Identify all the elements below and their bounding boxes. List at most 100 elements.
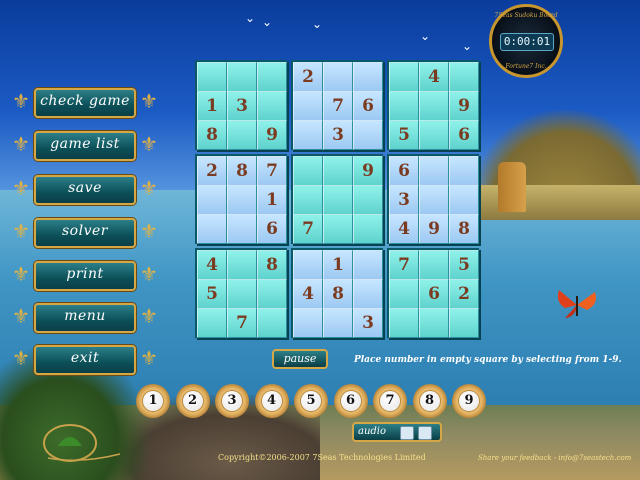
audio-stop-icon[interactable] [418, 426, 432, 440]
sudoku-cell[interactable]: 4 [197, 250, 227, 280]
sudoku-cell[interactable] [257, 91, 287, 121]
sudoku-cell[interactable]: 6 [389, 156, 419, 186]
sudoku-cell[interactable]: 8 [323, 279, 353, 309]
print-button[interactable]: ⚜ print ⚜ [10, 257, 160, 291]
sudoku-cell[interactable] [227, 279, 257, 309]
sudoku-cell[interactable]: 9 [257, 120, 287, 150]
solver-button[interactable]: ⚜ solver ⚜ [10, 214, 160, 248]
sudoku-cell[interactable]: 7 [227, 308, 257, 338]
sudoku-cell[interactable] [353, 214, 383, 244]
sudoku-cell[interactable] [293, 120, 323, 150]
sudoku-cell[interactable]: 2 [293, 62, 323, 92]
sudoku-cell[interactable] [419, 308, 449, 338]
sudoku-cell[interactable] [389, 91, 419, 121]
number-6-button[interactable]: 6 [333, 384, 368, 418]
sudoku-cell[interactable] [353, 279, 383, 309]
sudoku-cell[interactable] [419, 120, 449, 150]
number-8-button[interactable]: 8 [412, 384, 447, 418]
sudoku-cell[interactable]: 9 [419, 214, 449, 244]
number-1-button[interactable]: 1 [136, 384, 170, 418]
sudoku-cell[interactable] [323, 156, 353, 186]
sudoku-cell[interactable] [197, 308, 227, 338]
check-game-button[interactable]: ⚜ check game ⚜ [10, 84, 160, 118]
sudoku-cell[interactable] [293, 185, 323, 215]
sudoku-cell[interactable] [227, 250, 257, 280]
pause-button[interactable]: pause [272, 349, 328, 369]
sudoku-cell[interactable]: 7 [389, 250, 419, 280]
sudoku-cell[interactable] [257, 62, 287, 92]
number-9-button[interactable]: 9 [452, 384, 486, 418]
sudoku-cell[interactable]: 4 [419, 62, 449, 92]
sudoku-cell[interactable]: 2 [197, 156, 227, 186]
sudoku-cell[interactable] [353, 62, 383, 92]
sudoku-cell[interactable]: 1 [197, 91, 227, 121]
sudoku-cell[interactable] [197, 185, 227, 215]
sudoku-cell[interactable]: 3 [323, 120, 353, 150]
sudoku-cell[interactable] [419, 91, 449, 121]
sudoku-cell[interactable] [323, 308, 353, 338]
sudoku-cell[interactable] [257, 308, 287, 338]
sudoku-cell[interactable] [449, 308, 479, 338]
sudoku-cell[interactable] [353, 120, 383, 150]
sudoku-cell[interactable]: 7 [293, 214, 323, 244]
sudoku-cell[interactable] [227, 62, 257, 92]
sudoku-cell[interactable]: 3 [227, 91, 257, 121]
sudoku-cell[interactable] [293, 91, 323, 121]
sudoku-cell[interactable] [389, 62, 419, 92]
exit-button[interactable]: ⚜ exit ⚜ [10, 341, 160, 375]
sudoku-cell[interactable] [353, 250, 383, 280]
sudoku-cell[interactable]: 3 [353, 308, 383, 338]
sudoku-cell[interactable]: 8 [227, 156, 257, 186]
sudoku-cell[interactable] [419, 185, 449, 215]
sudoku-cell[interactable] [449, 185, 479, 215]
sudoku-cell[interactable] [449, 62, 479, 92]
sudoku-cell[interactable]: 6 [257, 214, 287, 244]
sudoku-cell[interactable] [323, 214, 353, 244]
feedback-link[interactable]: Share your feedback - info@7seastech.com [478, 451, 638, 465]
sudoku-cell[interactable] [419, 156, 449, 186]
sudoku-cell[interactable] [323, 185, 353, 215]
sudoku-cell[interactable]: 8 [257, 250, 287, 280]
sudoku-cell[interactable] [257, 279, 287, 309]
sudoku-cell[interactable]: 6 [353, 91, 383, 121]
sudoku-cell[interactable] [227, 214, 257, 244]
sudoku-cell[interactable]: 7 [257, 156, 287, 186]
sudoku-cell[interactable]: 9 [449, 91, 479, 121]
sudoku-cell[interactable]: 5 [197, 279, 227, 309]
sudoku-cell[interactable]: 1 [257, 185, 287, 215]
number-3-button[interactable]: 3 [215, 384, 249, 418]
sudoku-cell[interactable]: 4 [293, 279, 323, 309]
sudoku-cell[interactable] [197, 62, 227, 92]
sudoku-cell[interactable]: 3 [389, 185, 419, 215]
sudoku-cell[interactable]: 1 [323, 250, 353, 280]
sudoku-cell[interactable]: 5 [389, 120, 419, 150]
sudoku-cell[interactable]: 2 [449, 279, 479, 309]
sudoku-cell[interactable]: 8 [197, 120, 227, 150]
audio-play-icon[interactable] [400, 426, 414, 440]
sudoku-cell[interactable] [389, 308, 419, 338]
sudoku-cell[interactable]: 8 [449, 214, 479, 244]
menu-button[interactable]: ⚜ menu ⚜ [10, 299, 160, 333]
sudoku-cell[interactable] [293, 250, 323, 280]
sudoku-cell[interactable]: 4 [389, 214, 419, 244]
sudoku-cell[interactable]: 6 [449, 120, 479, 150]
sudoku-cell[interactable] [323, 62, 353, 92]
number-4-button[interactable]: 4 [254, 384, 289, 418]
number-5-button[interactable]: 5 [294, 384, 328, 418]
sudoku-cell[interactable] [449, 156, 479, 186]
number-7-button[interactable]: 7 [373, 384, 407, 418]
sudoku-cell[interactable] [197, 214, 227, 244]
sudoku-cell[interactable] [293, 308, 323, 338]
sudoku-cell[interactable] [227, 120, 257, 150]
sudoku-cell[interactable] [419, 250, 449, 280]
sudoku-cell[interactable]: 9 [353, 156, 383, 186]
game-list-button[interactable]: ⚜ game list ⚜ [10, 127, 160, 161]
sudoku-cell[interactable]: 5 [449, 250, 479, 280]
sudoku-cell[interactable]: 6 [419, 279, 449, 309]
sudoku-cell[interactable] [227, 185, 257, 215]
sudoku-cell[interactable]: 7 [323, 91, 353, 121]
sudoku-cell[interactable] [353, 185, 383, 215]
save-button[interactable]: ⚜ save ⚜ [10, 171, 160, 205]
sudoku-cell[interactable] [293, 156, 323, 186]
sudoku-cell[interactable] [389, 279, 419, 309]
